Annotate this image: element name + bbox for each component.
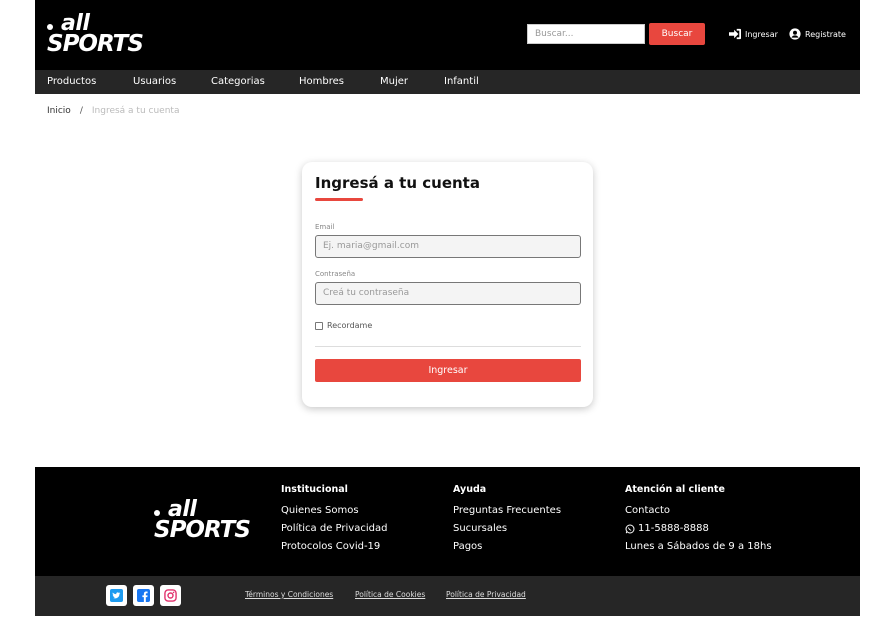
footer-col-title: Atención al cliente xyxy=(625,484,725,495)
login-submit-button[interactable]: Ingresar xyxy=(315,359,581,382)
top-header: all SPORTS Buscar... Buscar Ingresar Reg… xyxy=(35,0,860,70)
register-link[interactable]: Registrate xyxy=(788,28,846,40)
user-circle-icon xyxy=(789,28,801,40)
footer-logo[interactable]: all SPORTS xyxy=(154,499,251,543)
footer-phone[interactable]: 11-5888-8888 xyxy=(625,520,772,538)
footer-col-institucional: Institucional Quienes Somos Política de … xyxy=(281,484,387,556)
footer-logo-dot xyxy=(154,510,160,516)
twitter-button[interactable] xyxy=(106,585,127,606)
breadcrumb-home[interactable]: Inicio xyxy=(47,106,71,116)
footer-link-contacto[interactable]: Contacto xyxy=(625,502,772,520)
footer-link-faq[interactable]: Preguntas Frecuentes xyxy=(453,502,561,520)
logo-sports-text: SPORTS xyxy=(47,30,144,57)
login-link[interactable]: Ingresar xyxy=(728,28,778,40)
nav-item-usuarios[interactable]: Usuarios xyxy=(133,70,176,94)
footer-col-atencion: Atención al cliente Contacto 11-5888-888… xyxy=(625,484,772,556)
twitter-icon xyxy=(110,589,123,602)
legal-link-cookies[interactable]: Política de Cookies xyxy=(355,590,425,599)
form-divider xyxy=(315,346,581,347)
site-logo[interactable]: all SPORTS xyxy=(47,13,144,57)
footer-link-covid[interactable]: Protocolos Covid-19 xyxy=(281,538,387,556)
instagram-icon xyxy=(164,589,177,602)
phone-number: 11-5888-8888 xyxy=(638,523,709,534)
footer-link-quienes-somos[interactable]: Quienes Somos xyxy=(281,502,387,520)
sign-in-icon xyxy=(729,28,741,40)
footer-link-sucursales[interactable]: Sucursales xyxy=(453,520,561,538)
facebook-button[interactable] xyxy=(133,585,154,606)
nav-item-mujer[interactable]: Mujer xyxy=(380,70,408,94)
breadcrumb-current: Ingresá a tu cuenta xyxy=(91,106,180,116)
search-input[interactable]: Buscar... xyxy=(527,24,645,44)
footer-col-ayuda: Ayuda Preguntas Frecuentes Sucursales Pa… xyxy=(453,484,561,556)
nav-item-categorias[interactable]: Categorias xyxy=(211,70,265,94)
password-field[interactable]: Creá tu contraseña xyxy=(315,282,581,305)
nav-item-hombres[interactable]: Hombres xyxy=(299,70,344,94)
footer-col-title: Institucional xyxy=(281,484,348,495)
login-card: Ingresá a tu cuenta Email Ej. maria@gmai… xyxy=(302,162,593,407)
footer: all SPORTS Institucional Quienes Somos P… xyxy=(35,467,860,576)
nav-item-infantil[interactable]: Infantil xyxy=(444,70,479,94)
password-label: Contraseña xyxy=(315,270,356,278)
footer-link-pagos[interactable]: Pagos xyxy=(453,538,561,556)
remember-me[interactable]: Recordame xyxy=(315,321,372,330)
nav-item-productos[interactable]: Productos xyxy=(47,70,96,94)
main-nav: Productos Usuarios Categorias Hombres Mu… xyxy=(35,70,860,94)
remember-label: Recordame xyxy=(327,321,373,330)
whatsapp-icon xyxy=(625,524,635,534)
logo-dot xyxy=(47,24,53,30)
facebook-icon xyxy=(137,589,150,602)
footer-link-privacidad[interactable]: Política de Privacidad xyxy=(281,520,387,538)
login-label: Ingresar xyxy=(745,29,778,39)
breadcrumb: Inicio / Ingresá a tu cuenta xyxy=(47,106,179,116)
footer-hours: Lunes a Sábados de 9 a 18hs xyxy=(625,541,772,552)
legal-link-privacidad[interactable]: Política de Privacidad xyxy=(446,590,526,599)
title-underline xyxy=(315,198,363,201)
footer-bottom-bar: Términos y Condiciones Política de Cooki… xyxy=(35,576,860,616)
email-label: Email xyxy=(315,223,335,231)
legal-link-terminos[interactable]: Términos y Condiciones xyxy=(245,590,333,599)
login-title: Ingresá a tu cuenta xyxy=(315,174,480,192)
footer-logo-sports-text: SPORTS xyxy=(154,516,251,543)
register-label: Registrate xyxy=(805,29,846,39)
search-button[interactable]: Buscar xyxy=(649,23,705,45)
footer-col-title: Ayuda xyxy=(453,484,487,495)
breadcrumb-separator: / xyxy=(79,106,83,116)
instagram-button[interactable] xyxy=(160,585,181,606)
remember-checkbox[interactable] xyxy=(315,321,323,330)
email-field[interactable]: Ej. maria@gmail.com xyxy=(315,235,581,258)
